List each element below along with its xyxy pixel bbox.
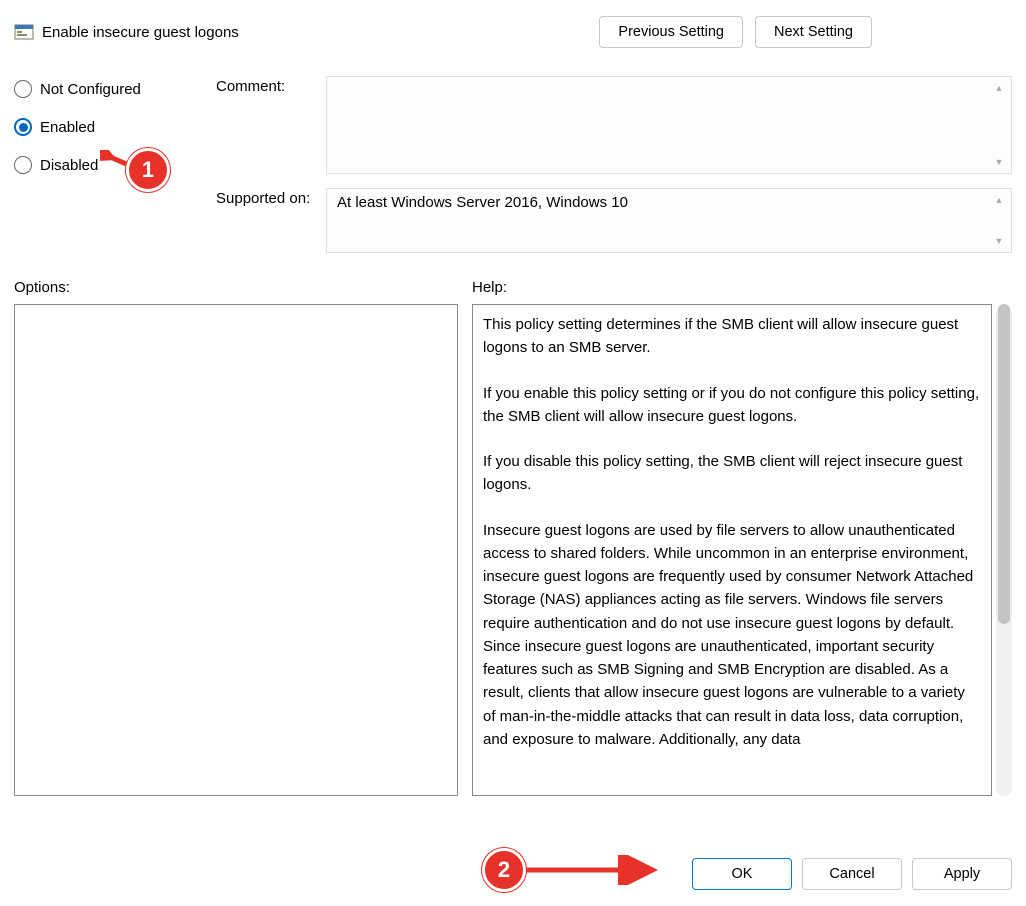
radio-icon xyxy=(14,156,32,174)
supported-on-text: At least Windows Server 2016, Windows 10 xyxy=(337,194,628,211)
radio-icon xyxy=(14,80,32,98)
spin-down-icon[interactable]: ▼ xyxy=(989,232,1009,250)
options-label: Options: xyxy=(14,279,472,296)
dialog-buttons: OK Cancel Apply xyxy=(692,858,1012,890)
cancel-button[interactable]: Cancel xyxy=(802,858,902,890)
comment-label: Comment: xyxy=(216,76,326,95)
spin-up-icon[interactable]: ▲ xyxy=(989,191,1009,209)
radio-icon xyxy=(14,118,32,136)
help-paragraph: This policy setting determines if the SM… xyxy=(483,313,981,360)
help-paragraph: Insecure guest logons are used by file s… xyxy=(483,519,981,752)
annotation-marker-2: 2 xyxy=(482,848,526,892)
radio-label: Enabled xyxy=(40,119,95,136)
help-paragraph: If you enable this policy setting or if … xyxy=(483,382,981,429)
apply-button[interactable]: Apply xyxy=(912,858,1012,890)
next-setting-button[interactable]: Next Setting xyxy=(755,16,872,48)
scrollbar-thumb[interactable] xyxy=(998,304,1010,624)
page-title: Enable insecure guest logons xyxy=(42,24,591,41)
previous-setting-button[interactable]: Previous Setting xyxy=(599,16,743,48)
radio-label: Disabled xyxy=(40,157,98,174)
supported-on-label: Supported on: xyxy=(216,188,326,207)
annotation-marker-1: 1 xyxy=(126,148,170,192)
policy-icon xyxy=(14,22,34,42)
options-box xyxy=(14,304,458,796)
radio-not-configured[interactable]: Not Configured xyxy=(14,80,194,98)
annotation-arrow-2 xyxy=(520,855,660,885)
supported-on-field: At least Windows Server 2016, Windows 10… xyxy=(326,188,1012,253)
help-scrollbar[interactable] xyxy=(996,304,1012,796)
nav-buttons: Previous Setting Next Setting xyxy=(599,16,872,48)
radio-label: Not Configured xyxy=(40,81,141,98)
help-paragraph: If you disable this policy setting, the … xyxy=(483,450,981,497)
comment-field[interactable]: ▲ ▼ xyxy=(326,76,1012,174)
spin-down-icon[interactable]: ▼ xyxy=(989,153,1009,171)
ok-button[interactable]: OK xyxy=(692,858,792,890)
radio-enabled[interactable]: Enabled xyxy=(14,118,194,136)
header: Enable insecure guest logons Previous Se… xyxy=(0,0,1026,56)
help-box: This policy setting determines if the SM… xyxy=(472,304,992,796)
spin-up-icon[interactable]: ▲ xyxy=(989,79,1009,97)
help-label: Help: xyxy=(472,279,507,296)
